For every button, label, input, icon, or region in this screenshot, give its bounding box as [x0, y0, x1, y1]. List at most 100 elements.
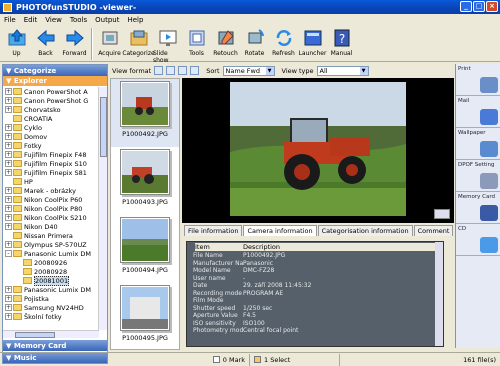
info-item-value [243, 297, 443, 305]
tree-item[interactable]: + Fotky [3, 141, 99, 150]
tree-item[interactable]: + Nikon CoolPix P80 [3, 204, 99, 213]
thumbnail-view-icon[interactable] [154, 66, 164, 75]
view-type-dropdown[interactable]: All ▼ [316, 65, 369, 76]
expand-icon[interactable]: + [5, 133, 12, 140]
menu-file[interactable]: File [4, 16, 16, 24]
tree-item[interactable]: + Chorvatsko [3, 105, 99, 114]
output-item[interactable]: Memory Card [456, 192, 500, 224]
tree-item[interactable]: + Nikon CoolPix S210 [3, 213, 99, 222]
tree-item-label: Nikon CoolPix S210 [24, 213, 87, 222]
tab-categorisation-information[interactable]: Categorisation information [317, 225, 413, 236]
tree-item[interactable]: + Cyklo [3, 123, 99, 132]
expand-icon[interactable]: + [5, 160, 12, 167]
expand-icon[interactable]: + [5, 97, 12, 104]
tree-item[interactable]: HP [3, 177, 99, 186]
expand-icon[interactable]: + [5, 295, 12, 302]
tree-item[interactable]: Nissan Primera [3, 231, 99, 240]
memory-card-header[interactable]: ▼ Memory Card [3, 340, 107, 351]
expand-icon[interactable]: + [5, 169, 12, 176]
output-item[interactable]: Wallpaper [456, 128, 500, 160]
categorize-button[interactable]: Categorize [122, 26, 155, 57]
tree-item[interactable]: + Marek - obrázky [3, 186, 99, 195]
tree-item[interactable]: + Nikon D40 [3, 222, 99, 231]
fit-view-button[interactable] [434, 209, 450, 219]
tab-comment[interactable]: Comment [413, 225, 454, 236]
tree-item[interactable]: + Olympus SP-570UZ [3, 240, 99, 249]
output-panel: Print Mail Wallpaper DPOF Setting Memory Car… [455, 64, 500, 348]
minimize-button[interactable]: _ [460, 1, 472, 12]
categorize-header[interactable]: ▼ Categorize [3, 65, 107, 76]
tab-camera-information[interactable]: Camera information [243, 225, 317, 236]
expand-icon[interactable]: + [5, 223, 12, 230]
tree-vertical-scrollbar[interactable] [98, 87, 107, 330]
expand-icon[interactable]: + [5, 214, 12, 221]
maximize-button[interactable]: □ [473, 1, 485, 12]
tree-item[interactable]: + Canon PowerShot A [3, 87, 99, 96]
output-item[interactable]: DPOF Setting [456, 160, 500, 192]
launcher-button[interactable]: Launcher [298, 26, 327, 57]
expand-icon[interactable]: + [5, 124, 12, 131]
fullscreen-view-icon[interactable] [190, 66, 200, 75]
thumbnail-filename: P1000494.JPG [122, 266, 168, 274]
tree-item[interactable]: + Školní fotky [3, 312, 99, 321]
expand-icon[interactable]: + [5, 241, 12, 248]
expand-icon[interactable]: + [5, 142, 12, 149]
thumbnail-item[interactable]: P1000493.JPG [111, 147, 179, 215]
expand-icon[interactable]: + [5, 88, 12, 95]
tab-file-information[interactable]: File information [184, 225, 243, 236]
tree-item[interactable]: 20081001 [3, 275, 99, 286]
tree-item[interactable]: + Fujifilm Finepix S81 [3, 168, 99, 177]
expand-icon[interactable]: + [5, 196, 12, 203]
back-button[interactable]: Back [31, 26, 60, 57]
sort-dropdown[interactable]: Name Fwd ▼ [222, 65, 275, 76]
thumbnail-item[interactable]: P1000495.JPG [111, 283, 179, 349]
retouch-button[interactable]: Retouch [211, 26, 240, 57]
close-button[interactable]: × [486, 1, 498, 12]
thumbnail-item[interactable]: P1000492.JPG [111, 79, 179, 147]
tree-item[interactable]: + Samsung NV24HD [3, 303, 99, 312]
tree-horizontal-scrollbar[interactable] [3, 330, 99, 338]
info-scrollbar[interactable] [435, 242, 443, 346]
forward-button[interactable]: Forward [60, 26, 89, 57]
tree-item[interactable]: + Fujifilm Finepix S10 [3, 159, 99, 168]
menu-edit[interactable]: Edit [24, 16, 38, 24]
tree-item[interactable]: + Fujifilm Finepix F48 [3, 150, 99, 159]
tree-item[interactable]: - Panasonic Lumix DM [3, 249, 99, 258]
menu-output[interactable]: Output [95, 16, 119, 24]
tree-item[interactable]: 20080926 [3, 258, 99, 267]
tree-item[interactable]: + Panasonic Lumix DM [3, 285, 99, 294]
expand-icon[interactable]: + [5, 304, 12, 311]
output-item[interactable]: CD [456, 224, 500, 256]
manual-icon: ? [334, 29, 349, 47]
tree-item[interactable]: + Canon PowerShot G [3, 96, 99, 105]
expand-icon[interactable]: + [5, 205, 12, 212]
detail-view-icon[interactable] [178, 66, 188, 75]
menu-help[interactable]: Help [127, 16, 143, 24]
tree-item[interactable]: CROATIA [3, 114, 99, 123]
up-button[interactable]: Up [2, 26, 31, 57]
menu-view[interactable]: View [45, 16, 62, 24]
slideshow-button[interactable]: Slide show [153, 26, 182, 64]
menu-tools[interactable]: Tools [70, 16, 87, 24]
expand-icon[interactable]: + [5, 106, 12, 113]
refresh-button[interactable]: Refresh [269, 26, 298, 57]
expand-icon[interactable]: + [5, 313, 12, 320]
tree-item[interactable]: + Nikon CoolPix P60 [3, 195, 99, 204]
output-item[interactable]: Print [456, 64, 500, 96]
expand-icon[interactable]: + [5, 187, 12, 194]
expand-icon[interactable]: + [5, 151, 12, 158]
list-view-icon[interactable] [166, 66, 176, 75]
explorer-header[interactable]: ▼ Explorer [3, 76, 107, 86]
tree-item[interactable]: + Domov [3, 132, 99, 141]
tree-item-label: Fujifilm Finepix S10 [24, 159, 87, 168]
thumbnail-item[interactable]: P1000494.JPG [111, 215, 179, 283]
tree-item[interactable]: + Pojistka [3, 294, 99, 303]
collapse-icon[interactable]: - [5, 250, 12, 257]
tools-button[interactable]: Tools [182, 26, 211, 57]
expand-icon[interactable]: + [5, 286, 12, 293]
rotate-button[interactable]: Rotate [240, 26, 269, 57]
output-item[interactable]: Mail [456, 96, 500, 128]
folder-icon [13, 214, 22, 221]
manual-button[interactable]: ? Manual [327, 26, 356, 57]
acquire-button[interactable]: Acquire [95, 26, 124, 57]
